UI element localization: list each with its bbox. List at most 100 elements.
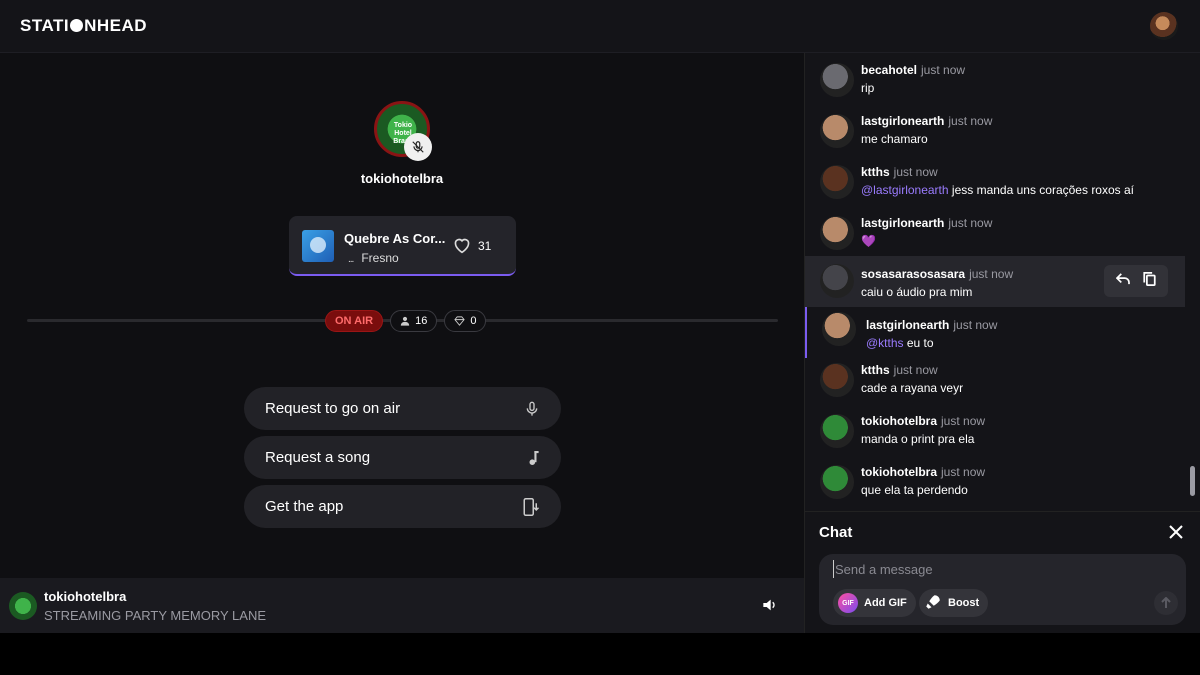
diamond-count: 0 bbox=[470, 315, 477, 327]
chat-message[interactable]: ktths just now cade a rayana veyr bbox=[805, 358, 1185, 409]
chat-timestamp: just now bbox=[893, 165, 938, 179]
request-on-air-button[interactable]: Request to go on air bbox=[244, 387, 561, 430]
chat-message-text: manda o print pra ela bbox=[861, 432, 974, 446]
chat-message[interactable]: ktths just now @lastgirlonearth jess manda… bbox=[805, 160, 1185, 211]
chat-message[interactable]: tokiohotelbra just now manda o print pra e… bbox=[805, 409, 1185, 460]
chat-message-text: @lastgirlonearth jess manda uns corações… bbox=[861, 183, 1134, 197]
chat-message-body: caiu o áudio pra mim bbox=[861, 285, 973, 299]
bottom-host-name[interactable]: tokiohotelbra bbox=[44, 589, 126, 604]
chat-username[interactable]: lastgirlonearth just now bbox=[866, 318, 997, 332]
chat-username[interactable]: tokiohotelbra just now bbox=[861, 414, 985, 428]
chat-message[interactable]: lastgirlonearth just now 💜 bbox=[805, 211, 1185, 262]
host-name[interactable]: tokiohotelbra bbox=[0, 171, 804, 186]
chat-username-text: lastgirlonearth bbox=[861, 216, 945, 230]
chat-message[interactable]: tokiohotelbra just now que ela ta perdendo bbox=[805, 460, 1185, 511]
now-playing-bar: tokiohotelbra STREAMING PARTY MEMORY LAN… bbox=[0, 578, 804, 633]
chat-avatar[interactable] bbox=[820, 216, 854, 250]
chat-message-body: me chamaro bbox=[861, 132, 928, 146]
like-count: 31 bbox=[478, 239, 492, 253]
bottom-host-avatar[interactable] bbox=[9, 592, 37, 620]
music-note-icon bbox=[526, 449, 540, 467]
chat-username[interactable]: sosasarasosasara just now bbox=[861, 267, 1013, 281]
chat-panel: becahotel just now rip lastgirlonearth just … bbox=[804, 53, 1200, 633]
chat-username[interactable]: ktths just now bbox=[861, 165, 938, 179]
copy-icon[interactable] bbox=[1143, 271, 1156, 291]
chat-avatar[interactable] bbox=[820, 165, 854, 199]
chat-username[interactable]: becahotel just now bbox=[861, 63, 965, 77]
boost-button[interactable]: Boost bbox=[919, 589, 989, 617]
chat-message[interactable]: becahotel just now rip bbox=[805, 58, 1185, 109]
album-art bbox=[302, 230, 334, 262]
chat-username-text: tokiohotelbra bbox=[861, 465, 938, 479]
chat-avatar[interactable] bbox=[820, 264, 854, 298]
chat-avatar[interactable] bbox=[820, 465, 854, 499]
get-app-button[interactable]: Get the app bbox=[244, 485, 561, 528]
top-header: STATI NHEAD bbox=[0, 0, 1200, 53]
request-song-button[interactable]: Request a song bbox=[244, 436, 561, 479]
listeners-pill[interactable]: 16 bbox=[390, 310, 438, 332]
logo-dot-icon bbox=[70, 19, 84, 32]
chat-username-text: lastgirlonearth bbox=[861, 114, 945, 128]
message-input[interactable] bbox=[833, 560, 1163, 578]
chat-timestamp: just now bbox=[948, 114, 993, 128]
chat-timestamp: just now bbox=[893, 363, 938, 377]
chat-username-text: sosasarasosasara bbox=[861, 267, 966, 281]
request-on-air-label: Request to go on air bbox=[265, 400, 401, 417]
close-icon[interactable] bbox=[1168, 524, 1184, 545]
arrow-up-icon bbox=[1161, 597, 1171, 608]
chat-message-body: que ela ta perdendo bbox=[861, 483, 968, 497]
chat-username[interactable]: ktths just now bbox=[861, 363, 938, 377]
status-pills: ON AIR 16 0 bbox=[325, 310, 487, 332]
chat-message[interactable]: lastgirlonearth just now me chamaro bbox=[805, 109, 1185, 160]
add-gif-button[interactable]: GIF Add GIF bbox=[833, 589, 916, 617]
get-app-label: Get the app bbox=[265, 498, 344, 515]
chat-avatar[interactable] bbox=[820, 363, 854, 397]
chat-message-text: 💜 bbox=[861, 234, 876, 248]
reply-icon[interactable] bbox=[1116, 272, 1131, 290]
chat-username[interactable]: tokiohotelbra just now bbox=[861, 465, 985, 479]
chat-username-text: ktths bbox=[861, 363, 890, 377]
phone-download-icon bbox=[522, 497, 540, 517]
stationhead-logo[interactable]: STATI NHEAD bbox=[20, 16, 147, 36]
chat-timestamp: just now bbox=[921, 63, 966, 77]
chat-message[interactable]: sosasarasosasara just now caiu o áudio pra… bbox=[805, 256, 1185, 307]
diamonds-pill[interactable]: 0 bbox=[444, 310, 487, 332]
now-playing-card[interactable]: Quebre As Cor... ... Fresno 31 bbox=[289, 216, 516, 276]
chat-message-body: cade a rayana veyr bbox=[861, 381, 964, 395]
chat-mention[interactable]: @ktths bbox=[866, 336, 904, 350]
on-air-badge: ON AIR bbox=[325, 310, 384, 332]
logo-text-a: STATI bbox=[20, 16, 70, 35]
chat-avatar[interactable] bbox=[820, 63, 854, 97]
gif-icon: GIF bbox=[838, 593, 858, 613]
boost-label: Boost bbox=[948, 597, 980, 609]
song-artist-name: Fresno bbox=[361, 251, 399, 265]
muted-mic-icon bbox=[404, 133, 432, 161]
listener-count: 16 bbox=[415, 315, 428, 327]
chat-username[interactable]: lastgirlonearth just now bbox=[861, 114, 992, 128]
chat-message-body: 💜 bbox=[861, 234, 876, 248]
chat-scrollbar[interactable] bbox=[1190, 466, 1195, 496]
message-actions bbox=[1104, 265, 1168, 297]
message-composer: GIF Add GIF Boost bbox=[819, 554, 1186, 625]
chat-message-text: caiu o áudio pra mim bbox=[861, 285, 972, 299]
chat-message-text: me chamaro bbox=[861, 132, 928, 146]
chat-avatar[interactable] bbox=[822, 312, 856, 346]
chat-avatar[interactable] bbox=[820, 414, 854, 448]
station-stage: Tokio Hotel Brasil tokiohotelbra Quebre … bbox=[0, 53, 804, 578]
diamond-icon bbox=[454, 316, 466, 326]
chat-message-text: @ktths eu to bbox=[866, 336, 934, 350]
add-gif-label: Add GIF bbox=[864, 597, 907, 609]
chat-message-body: jess manda uns corações roxos aí bbox=[951, 183, 1134, 197]
chat-timestamp: just now bbox=[969, 267, 1014, 281]
chat-username[interactable]: lastgirlonearth just now bbox=[861, 216, 992, 230]
send-button[interactable] bbox=[1154, 591, 1178, 615]
request-song-label: Request a song bbox=[265, 449, 371, 466]
chat-mention[interactable]: @lastgirlonearth bbox=[861, 183, 949, 197]
chat-avatar[interactable] bbox=[820, 114, 854, 148]
person-icon bbox=[400, 316, 410, 326]
heart-icon[interactable] bbox=[452, 236, 472, 259]
user-avatar[interactable] bbox=[1150, 12, 1178, 40]
chat-message[interactable]: lastgirlonearth just now @ktths eu to bbox=[805, 307, 1185, 358]
mic-icon bbox=[524, 400, 540, 418]
volume-icon[interactable] bbox=[762, 598, 778, 617]
